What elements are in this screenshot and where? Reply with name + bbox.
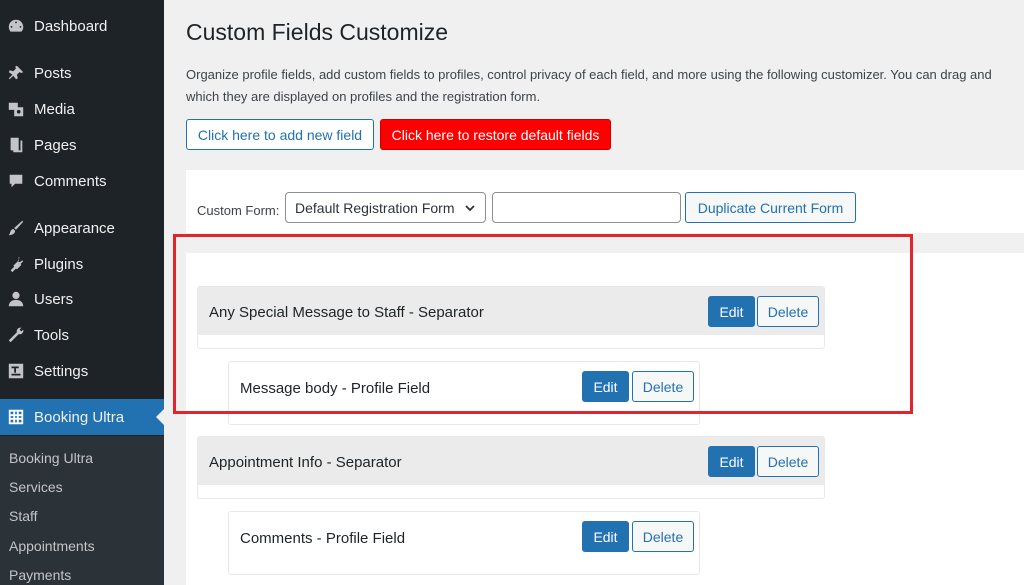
separator-header: Any Special Message to Staff - Separator…	[198, 287, 824, 335]
custom-form-select[interactable]: Default Registration Form	[285, 192, 486, 223]
grid-icon	[6, 407, 26, 427]
page-description: Organize profile fields, add custom fiel…	[186, 64, 1024, 108]
sidebar-item-label: Users	[34, 290, 74, 308]
profile-field-title: Message body - Profile Field	[240, 380, 431, 397]
separator-header: Appointment Info - Separator Edit Delete	[198, 437, 824, 485]
separator-row[interactable]: Any Special Message to Staff - Separator…	[197, 286, 825, 349]
edit-button[interactable]: Edit	[708, 296, 755, 327]
form-name-input[interactable]	[492, 192, 681, 223]
page-title: Custom Fields Customize	[186, 19, 449, 45]
custom-form-selected-value: Default Registration Form	[295, 199, 455, 216]
pages-icon	[6, 135, 26, 155]
sidebar-item-label: Pages	[34, 136, 77, 154]
sidebar-item-label: Booking Ultra	[34, 408, 125, 426]
restore-default-fields-button[interactable]: Click here to restore default fields	[380, 119, 611, 150]
sidebar-item-comments[interactable]: Comments	[0, 163, 164, 199]
sidebar-item-tools[interactable]: Tools	[0, 317, 164, 353]
description-line-2: which they are displayed on profiles and…	[186, 89, 541, 104]
delete-button[interactable]: Delete	[757, 296, 819, 327]
profile-field-title: Comments - Profile Field	[240, 530, 406, 547]
sidebar-item-appearance[interactable]: Appearance	[0, 210, 164, 246]
brush-icon	[6, 218, 26, 238]
sidebar-item-label: Tools	[34, 326, 70, 344]
add-new-field-button[interactable]: Click here to add new field	[186, 119, 374, 150]
dashboard-icon	[6, 16, 26, 36]
submenu-item-services[interactable]: Services	[9, 479, 63, 495]
custom-form-label: Custom Form:	[197, 203, 280, 218]
sidebar-item-pages[interactable]: Pages	[0, 127, 164, 163]
submenu-item-staff[interactable]: Staff	[9, 508, 38, 524]
custom-form-panel: Custom Form: Default Registration Form D…	[186, 170, 1024, 233]
sidebar-item-dashboard[interactable]: Dashboard	[0, 8, 164, 44]
sidebar-item-label: Settings	[34, 362, 89, 380]
submenu-item-appointments[interactable]: Appointments	[9, 538, 95, 554]
delete-button[interactable]: Delete	[757, 446, 819, 477]
admin-sidebar: Dashboard Posts Media Pages Comments App…	[0, 0, 165, 585]
profile-field-row[interactable]: Message body - Profile Field Edit Delete	[228, 361, 700, 425]
edit-button[interactable]: Edit	[582, 371, 629, 402]
delete-button[interactable]: Delete	[632, 371, 694, 402]
settings-icon	[6, 361, 26, 381]
sidebar-item-settings[interactable]: Settings	[0, 353, 164, 389]
sidebar-item-booking-ultra[interactable]: Booking Ultra	[0, 399, 165, 435]
user-icon	[6, 289, 26, 309]
edit-button[interactable]: Edit	[708, 446, 755, 477]
sidebar-submenu: Booking Ultra Services Staff Appointment…	[0, 436, 164, 585]
edit-button[interactable]: Edit	[582, 521, 629, 552]
wrench-icon	[6, 325, 26, 345]
chevron-down-icon	[465, 205, 475, 212]
submenu-item-booking-ultra[interactable]: Booking Ultra	[9, 450, 93, 466]
media-icon	[6, 99, 26, 119]
plug-icon	[6, 254, 26, 274]
sidebar-item-label: Posts	[34, 64, 72, 82]
separator-title: Any Special Message to Staff - Separator	[209, 304, 484, 321]
sidebar-item-users[interactable]: Users	[0, 281, 164, 317]
comment-icon	[6, 171, 26, 191]
profile-field-row[interactable]: Comments - Profile Field Edit Delete	[228, 511, 700, 575]
separator-row[interactable]: Appointment Info - Separator Edit Delete	[197, 436, 825, 499]
duplicate-form-button[interactable]: Duplicate Current Form	[685, 192, 856, 223]
description-line-1: Organize profile fields, add custom fiel…	[186, 67, 992, 82]
submenu-item-payments[interactable]: Payments	[9, 567, 71, 583]
sidebar-item-label: Comments	[34, 172, 107, 190]
sidebar-item-label: Appearance	[34, 219, 115, 237]
delete-button[interactable]: Delete	[632, 521, 694, 552]
sidebar-item-label: Plugins	[34, 255, 84, 273]
sidebar-item-posts[interactable]: Posts	[0, 55, 164, 91]
sidebar-item-media[interactable]: Media	[0, 91, 164, 127]
sidebar-item-label: Media	[34, 100, 75, 118]
separator-title: Appointment Info - Separator	[209, 454, 402, 471]
sidebar-item-plugins[interactable]: Plugins	[0, 246, 164, 282]
pin-icon	[6, 63, 26, 83]
sidebar-item-label: Dashboard	[34, 17, 108, 35]
